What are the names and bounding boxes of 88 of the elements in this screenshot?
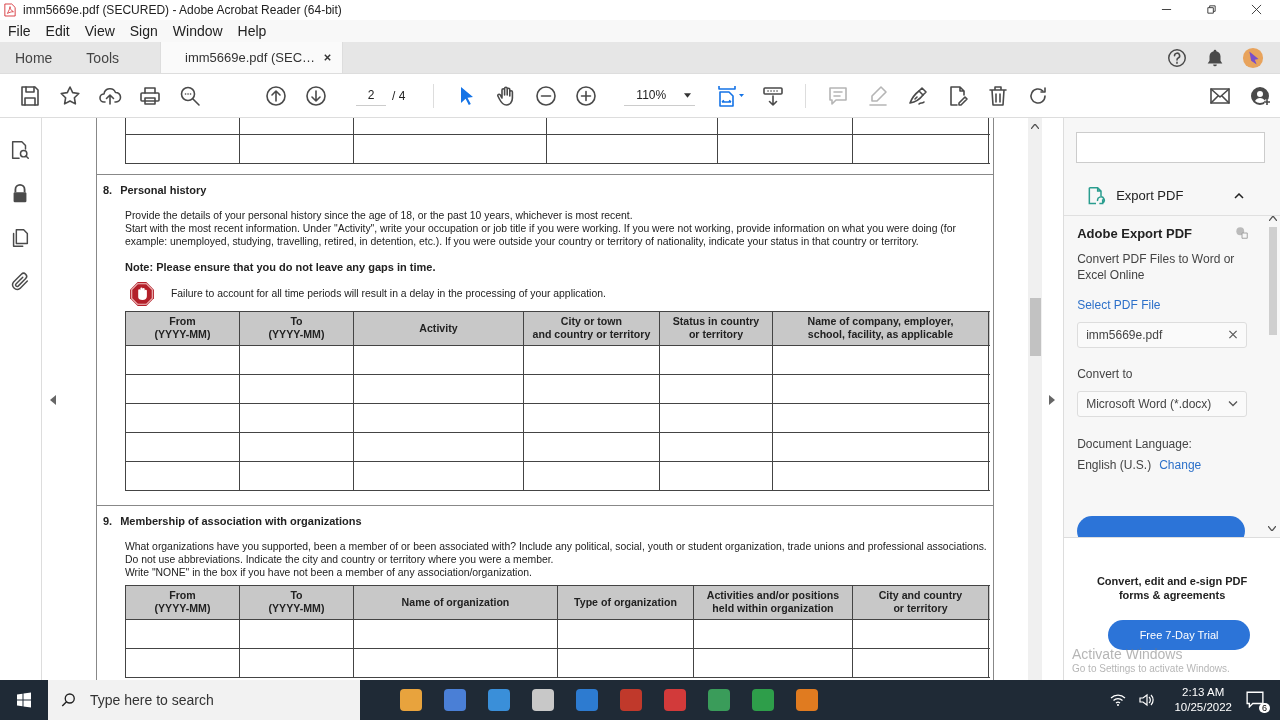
tab[interactable]: Tools xyxy=(71,41,135,74)
collapse-left-icon[interactable] xyxy=(49,395,56,405)
tab[interactable]: Home xyxy=(0,41,68,74)
column-header: From (YYYY-MM) xyxy=(154,589,211,616)
section-title: Personal history xyxy=(120,184,207,196)
star-icon[interactable] xyxy=(58,83,82,108)
field-label: Document Language: xyxy=(1077,437,1192,451)
app-icon[interactable] xyxy=(532,689,554,711)
chevron-down-icon[interactable] xyxy=(1228,399,1239,409)
caret-icon[interactable] xyxy=(684,92,692,98)
search-field[interactable] xyxy=(1076,132,1265,163)
chevron-icon[interactable] xyxy=(1234,193,1244,199)
taskbar-search-field[interactable]: Type here to search xyxy=(48,680,360,720)
column-header: To (YYYY-MM) xyxy=(268,315,325,342)
column-header: Type of organization xyxy=(574,596,677,609)
column-header: Name of organization xyxy=(401,596,510,609)
save-icon[interactable] xyxy=(18,83,42,108)
avatar-icon[interactable] xyxy=(1242,46,1264,69)
scrollbar-thumb[interactable] xyxy=(1029,298,1041,356)
page-number-field[interactable]: 2 xyxy=(356,85,386,107)
select-file-link[interactable]: Select PDF File xyxy=(1077,298,1161,312)
app-icon[interactable] xyxy=(752,689,774,711)
page-count: / 4 xyxy=(392,88,406,103)
zoom-dropdown[interactable]: 110% xyxy=(624,85,696,107)
scroll-down-icon[interactable] xyxy=(1268,526,1276,531)
panel-title: Adobe Export PDF xyxy=(1077,226,1192,241)
menu-item[interactable]: Help xyxy=(235,22,273,39)
file-field[interactable]: imm5669e.pdf xyxy=(1077,322,1248,348)
close-tab-icon[interactable] xyxy=(323,53,333,62)
windows-start-icon[interactable] xyxy=(16,692,32,708)
page-search-icon[interactable] xyxy=(9,138,32,162)
warning-text: Failure to account for all time periods will result in a delay in the processing of your application. xyxy=(170,288,606,300)
close-icon[interactable] xyxy=(1251,4,1262,16)
section-number: 8. xyxy=(102,184,113,196)
next-page-icon[interactable] xyxy=(304,83,328,108)
search-icon xyxy=(60,691,78,709)
column-header: Name of company, employer, school, facility, as applicable xyxy=(807,315,954,342)
wifi-icon[interactable] xyxy=(1110,692,1127,708)
column-header: To (YYYY-MM) xyxy=(268,589,325,616)
format-dropdown[interactable]: Microsoft Word (*.docx) xyxy=(1077,391,1248,417)
menu-item[interactable]: View xyxy=(82,22,121,39)
note-text: Note: Please ensure that you do not leave any gaps in time. xyxy=(124,261,437,273)
instruction-text: Start with the most recent information. Under "Activity", write your occupation or job title if you were working. If you were not working, provide information on what you were doing (for example: unemployed, studying, travelling, retired, in detention, etc.). If you were outside your country or territory of nationality, indicate your status in that country or territory. xyxy=(124,222,957,248)
export-pdf-icon xyxy=(1086,186,1107,206)
change-link[interactable]: Change xyxy=(1159,458,1202,472)
panel-description: Convert PDF Files to Word or Excel Online xyxy=(1077,251,1236,283)
column-header: Status in country or territory xyxy=(672,315,760,342)
app-icon[interactable] xyxy=(400,689,422,711)
scrollbar-thumb[interactable] xyxy=(1268,227,1277,335)
collapse-right-icon[interactable] xyxy=(1048,395,1055,405)
instruction-text: Write "NONE" in the box if you have not been a member of any association/organization. xyxy=(124,566,533,579)
scroll-up-icon[interactable] xyxy=(1030,124,1039,129)
column-header: City and country or territory xyxy=(878,589,963,616)
language-value: English (U.S.) xyxy=(1077,458,1152,472)
zoom-in-icon[interactable] xyxy=(574,83,599,108)
window-title: imm5669e.pdf (SECURED) - Adobe Acrobat Reader (64-bit) xyxy=(23,2,343,17)
menu-item[interactable]: Edit xyxy=(43,22,76,39)
app-icon[interactable] xyxy=(488,689,510,711)
tool-name[interactable]: Export PDF xyxy=(1116,188,1184,204)
help-icon[interactable] xyxy=(1166,46,1188,69)
field-label: Convert to xyxy=(1077,367,1133,381)
fit-page-icon[interactable] xyxy=(715,83,746,108)
promo-text: Convert, edit and e-sign PDF forms & agreements xyxy=(1095,574,1249,602)
app-icon[interactable] xyxy=(444,689,466,711)
stop-hand-icon xyxy=(128,281,155,307)
clock[interactable]: 2:13 AM 10/25/2022 xyxy=(1174,685,1232,715)
menu-item[interactable]: Sign xyxy=(127,22,164,39)
instruction-text: Provide the details of your personal history since the age of 18, or the past 10 years, whichever is most recent. xyxy=(124,209,634,222)
instruction-text: What organizations have you supported, been a member of or been associated with? Include any political, social, youth or student organization, trade unions and professional associations. Do not use abbreviations. Indicate the city and country or territory where you were a member. xyxy=(124,540,988,566)
tab[interactable]: imm5669e.pdf (SEC… xyxy=(160,41,344,74)
app-icon[interactable] xyxy=(796,689,818,711)
clear-icon[interactable] xyxy=(1228,330,1239,340)
section-title: Membership of association with organizations xyxy=(120,515,362,527)
app-icon[interactable] xyxy=(708,689,730,711)
section-number: 9. xyxy=(102,515,113,527)
column-header: From (YYYY-MM) xyxy=(154,315,211,342)
menu-item[interactable]: File xyxy=(6,22,37,39)
scroll-up-icon[interactable] xyxy=(1268,216,1277,221)
previous-page-icon[interactable] xyxy=(264,83,288,108)
column-header: City or town and country or territory xyxy=(532,315,651,342)
column-header: Activities and/or positions held within organization xyxy=(706,589,840,616)
zoom-out-icon[interactable] xyxy=(534,83,559,108)
restore-icon[interactable] xyxy=(1206,4,1217,16)
column-header: Activity xyxy=(419,322,458,335)
menu-item[interactable]: Window xyxy=(170,22,229,39)
convert-button[interactable] xyxy=(1077,516,1246,537)
activation-hint: Go to Settings to activate Windows. xyxy=(1072,663,1230,675)
volume-icon[interactable] xyxy=(1138,692,1155,708)
